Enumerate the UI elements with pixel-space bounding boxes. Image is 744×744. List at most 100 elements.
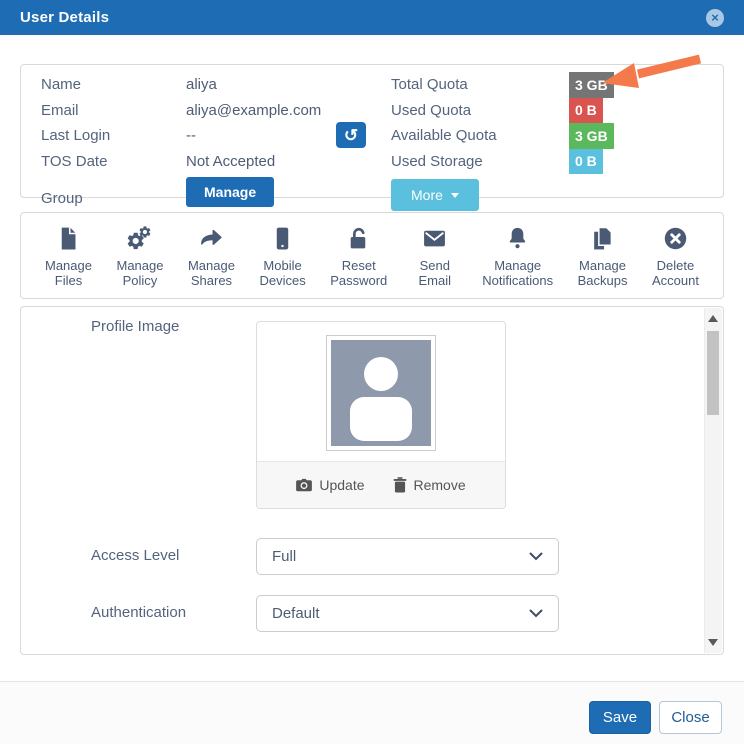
dialog-title: User Details <box>20 9 109 26</box>
caret-down-icon <box>451 193 459 198</box>
email-row: Email aliya@example.com <box>41 98 321 124</box>
tool-label: Manage <box>188 258 235 273</box>
total-quota-badge: 3 GB <box>569 72 614 98</box>
tool-label: Manage <box>116 258 163 273</box>
tool-label: Delete <box>657 258 695 273</box>
tool-label: Manage <box>45 258 92 273</box>
more-button[interactable]: More <box>391 179 479 211</box>
used-storage-label: Used Storage <box>391 153 569 170</box>
tool-label: Manage <box>579 258 626 273</box>
scrollbar-thumb[interactable] <box>707 331 719 415</box>
used-quota-row: Used Quota 0 B <box>391 98 614 124</box>
available-quota-label: Available Quota <box>391 127 569 144</box>
times-circle-icon <box>663 226 688 251</box>
authentication-select[interactable]: Default <box>256 595 559 632</box>
tool-label: Email <box>419 273 452 288</box>
save-button[interactable]: Save <box>589 701 651 734</box>
tos-date-row: TOS Date Not Accepted <box>41 149 321 175</box>
last-login-value: -- <box>186 127 196 144</box>
rotate-left-icon: ↺ <box>344 127 358 144</box>
manage-backups-button[interactable]: Manage Backups <box>578 226 628 288</box>
manage-shares-button[interactable]: Manage Shares <box>188 226 235 288</box>
user-summary-left: Name aliya Email aliya@example.com Last … <box>41 72 321 207</box>
group-row: Group Manage <box>41 174 321 207</box>
manage-notifications-button[interactable]: Manage Notifications <box>482 226 553 288</box>
avatar-placeholder-icon <box>331 340 431 446</box>
total-quota-row: Total Quota 3 GB <box>391 72 614 98</box>
dialog-footer: Save Close <box>0 681 744 744</box>
email-label: Email <box>41 102 186 119</box>
chevron-down-icon <box>529 552 543 561</box>
tool-label: Shares <box>191 273 232 288</box>
tool-label: Mobile <box>263 258 301 273</box>
update-label: Update <box>319 477 364 493</box>
access-level-label: Access Level <box>91 547 179 564</box>
remove-label: Remove <box>414 477 466 493</box>
delete-account-button[interactable]: Delete Account <box>652 226 699 288</box>
tool-label: Account <box>652 273 699 288</box>
tool-label: Devices <box>259 273 305 288</box>
close-button[interactable]: Close <box>659 701 722 734</box>
profile-image-card: Update Remove <box>256 321 506 509</box>
manage-policy-button[interactable]: Manage Policy <box>116 226 163 288</box>
email-value: aliya@example.com <box>186 102 321 119</box>
access-level-select[interactable]: Full <box>256 538 559 575</box>
gears-icon <box>127 226 152 251</box>
unlock-icon <box>346 226 371 251</box>
chevron-down-icon <box>529 609 543 618</box>
available-quota-badge: 3 GB <box>569 123 614 149</box>
tos-date-value: Not Accepted <box>186 153 275 170</box>
user-summary-right: Total Quota 3 GB Used Quota 0 B Availabl… <box>391 72 614 211</box>
authentication-value: Default <box>272 605 320 622</box>
send-email-button[interactable]: Send Email <box>412 226 458 288</box>
user-summary-panel: Name aliya Email aliya@example.com Last … <box>20 64 724 198</box>
mobile-icon <box>270 226 295 251</box>
mobile-devices-button[interactable]: Mobile Devices <box>259 226 305 288</box>
close-icon[interactable]: × <box>706 9 724 27</box>
scroll-down-arrow-icon[interactable] <box>708 639 718 646</box>
used-quota-badge: 0 B <box>569 98 603 124</box>
available-quota-row: Available Quota 3 GB <box>391 123 614 149</box>
share-arrow-icon <box>199 226 224 251</box>
manage-files-button[interactable]: Manage Files <box>45 226 92 288</box>
used-storage-badge: 0 B <box>569 149 603 175</box>
used-storage-row: Used Storage 0 B <box>391 149 614 175</box>
avatar-actions-bar: Update Remove <box>257 461 505 508</box>
name-label: Name <box>41 76 186 93</box>
avatar <box>326 335 436 451</box>
tos-date-label: TOS Date <box>41 153 186 170</box>
camera-icon <box>296 478 312 492</box>
access-level-value: Full <box>272 548 296 565</box>
last-login-label: Last Login <box>41 127 186 144</box>
more-button-label: More <box>411 187 443 203</box>
tool-label: Policy <box>123 273 158 288</box>
last-login-row: Last Login -- <box>41 123 321 149</box>
tool-label: Reset <box>342 258 376 273</box>
update-image-button[interactable]: Update <box>296 477 364 493</box>
copy-pages-icon <box>590 226 615 251</box>
refresh-login-button[interactable]: ↺ <box>336 122 366 148</box>
file-icon <box>56 226 81 251</box>
bell-icon <box>505 226 530 251</box>
authentication-label: Authentication <box>91 604 186 621</box>
reset-password-button[interactable]: Reset Password <box>330 226 387 288</box>
tool-label: Manage <box>494 258 541 273</box>
tool-label: Backups <box>578 273 628 288</box>
profile-image-label: Profile Image <box>91 318 179 335</box>
tool-label: Password <box>330 273 387 288</box>
tool-label: Send <box>420 258 450 273</box>
trash-icon <box>393 477 407 493</box>
tool-label: Files <box>55 273 82 288</box>
vertical-scrollbar[interactable] <box>704 308 722 653</box>
manage-group-button[interactable]: Manage <box>186 177 274 207</box>
name-row: Name aliya <box>41 72 321 98</box>
user-actions-toolbar: Manage Files Manage Policy Manage Shares… <box>20 212 724 299</box>
tool-label: Notifications <box>482 273 553 288</box>
name-value: aliya <box>186 76 217 93</box>
dialog-titlebar: User Details × <box>0 0 744 35</box>
remove-image-button[interactable]: Remove <box>393 477 466 493</box>
total-quota-label: Total Quota <box>391 76 569 93</box>
envelope-icon <box>422 226 447 251</box>
scroll-up-arrow-icon[interactable] <box>708 315 718 322</box>
user-settings-panel: Profile Image Update <box>20 306 724 655</box>
